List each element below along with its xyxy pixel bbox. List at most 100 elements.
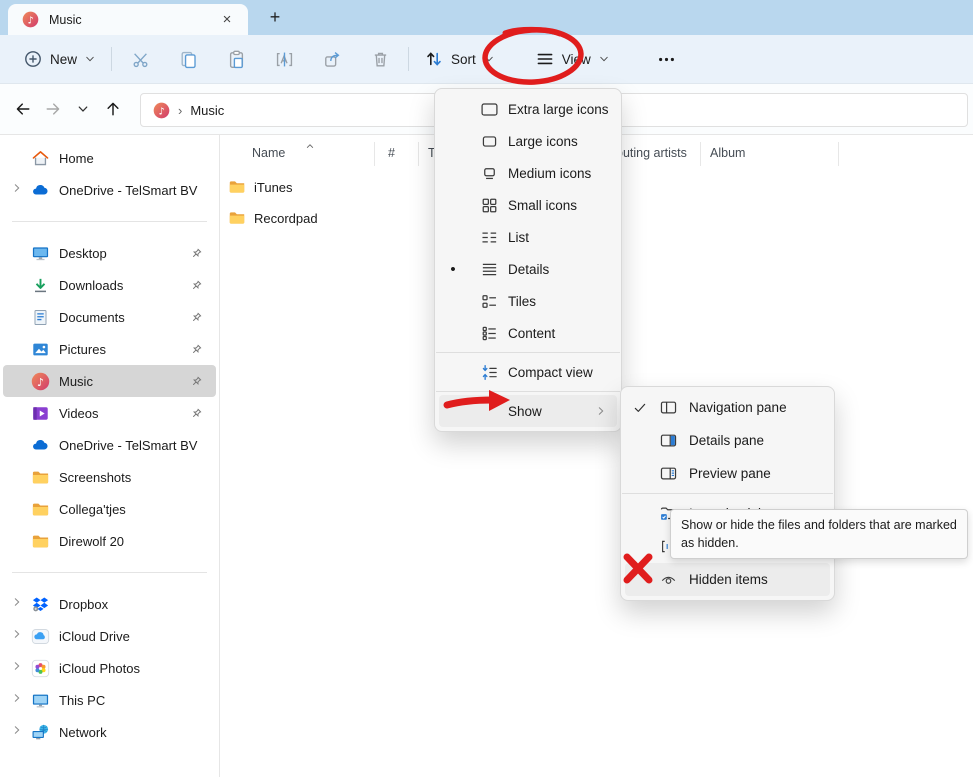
column-divider[interactable] (418, 142, 419, 166)
desktop-icon (31, 244, 50, 263)
show-submenu-item-hidden-items[interactable]: Hidden items (625, 563, 830, 596)
sidebar-item-label: Dropbox (59, 597, 216, 612)
view-menu-item-extra-large-icons[interactable]: Extra large icons (439, 93, 617, 125)
music-folder-icon: ♪ (22, 11, 39, 28)
sidebar-item-home[interactable]: Home (3, 142, 216, 174)
view-menu: Extra large icons Large iconsMedium icons… (434, 88, 622, 432)
view-menu-item-list[interactable]: List (439, 221, 617, 253)
sidebar-item-pictures[interactable]: Pictures (3, 333, 216, 365)
sidebar-item-label: Screenshots (59, 470, 216, 485)
show-submenu-item-preview-pane[interactable]: Preview pane (625, 457, 830, 490)
hidden-items-eye-icon (659, 570, 678, 589)
view-button-label: View (562, 52, 591, 67)
tiles-view-icon (480, 292, 499, 311)
chevron-right-icon[interactable] (11, 627, 23, 645)
sidebar-item-dropbox[interactable]: Dropbox (3, 588, 216, 620)
view-menu-item-medium-icons[interactable]: Medium icons (439, 157, 617, 189)
column-divider[interactable] (374, 142, 375, 166)
folder-icon (31, 532, 50, 551)
menu-item-label: Extra large icons (508, 102, 617, 117)
column-header--[interactable]: # (388, 146, 395, 160)
back-button[interactable] (8, 94, 38, 124)
show-submenu: Navigation paneDetails panePreview paneI… (620, 386, 835, 601)
trash-icon (370, 49, 391, 70)
tab-close-icon[interactable]: × (216, 9, 238, 31)
recent-locations-button[interactable] (68, 94, 98, 124)
pin-icon (189, 342, 204, 357)
new-button[interactable]: New (14, 43, 105, 75)
this-pc-icon (31, 691, 50, 710)
view-menu-item-details[interactable]: •Details (439, 253, 617, 285)
menu-item-label: Details (508, 262, 617, 277)
sort-button[interactable]: Sort (415, 43, 504, 75)
view-button[interactable]: View (526, 43, 619, 75)
tab-music[interactable]: ♪ Music × (8, 4, 248, 35)
home-icon (31, 149, 50, 168)
music-folder-icon: ♪ (153, 102, 170, 119)
chevron-right-icon[interactable] (11, 595, 23, 613)
sidebar-item-label: This PC (59, 693, 216, 708)
paste-button[interactable] (214, 41, 258, 77)
view-menu-item-compact-view[interactable]: Compact view (439, 356, 617, 388)
sidebar-item-music[interactable]: ♪Music (3, 365, 216, 397)
forward-arrow-icon (44, 100, 62, 118)
pin-icon (189, 278, 204, 293)
up-button[interactable] (98, 94, 128, 124)
chevron-right-icon[interactable] (11, 723, 23, 741)
sidebar-item-this-pc[interactable]: This PC (3, 684, 216, 716)
sidebar-item-documents[interactable]: Documents (3, 301, 216, 333)
sidebar-item-videos[interactable]: Videos (3, 397, 216, 429)
cut-button[interactable] (118, 41, 162, 77)
column-header-album[interactable]: Album (710, 146, 745, 160)
sidebar-item-onedrive-telsmart-bv[interactable]: OneDrive - TelSmart BV (3, 174, 216, 206)
sidebar-separator (12, 572, 207, 573)
file-row-recordpad[interactable]: Recordpad (228, 203, 318, 233)
icloud-drive-icon (31, 627, 50, 646)
command-toolbar: New Sort View (0, 35, 973, 84)
new-tab-button[interactable]: + (262, 5, 288, 31)
show-submenu-item-navigation-pane[interactable]: Navigation pane (625, 391, 830, 424)
sidebar-item-label: Network (59, 725, 216, 740)
chevron-right-icon[interactable] (11, 691, 23, 709)
view-menu-item-tiles[interactable]: Tiles (439, 285, 617, 317)
breadcrumb-segment[interactable]: Music (190, 103, 224, 118)
sidebar-item-icloud-drive[interactable]: iCloud Drive (3, 620, 216, 652)
view-menu-item-large-icons[interactable]: Large icons (439, 125, 617, 157)
file-row-itunes[interactable]: iTunes (228, 172, 293, 202)
rename-button[interactable] (262, 41, 306, 77)
column-header-buting-artists[interactable]: buting artists (616, 146, 687, 160)
sidebar-item-onedrive-telsmart-bv[interactable]: OneDrive - TelSmart BV (3, 429, 216, 461)
sidebar-item-collega-tjes[interactable]: Collega'tjes (3, 493, 216, 525)
sidebar-item-downloads[interactable]: Downloads (3, 269, 216, 301)
column-divider[interactable] (700, 142, 701, 166)
folder-icon (228, 209, 246, 227)
submenu-chevron-icon (595, 405, 607, 417)
view-menu-item-content[interactable]: Content (439, 317, 617, 349)
chevron-down-icon (598, 53, 610, 65)
forward-button[interactable] (38, 94, 68, 124)
column-divider[interactable] (838, 142, 839, 166)
back-arrow-icon (14, 100, 32, 118)
view-menu-item-show[interactable]: Show (439, 395, 617, 427)
sidebar-item-network[interactable]: Network (3, 716, 216, 748)
show-submenu-item-details-pane[interactable]: Details pane (625, 424, 830, 457)
sidebar-item-label: OneDrive - TelSmart BV (59, 438, 216, 453)
sidebar-item-direwolf-20[interactable]: Direwolf 20 (3, 525, 216, 557)
chevron-right-icon[interactable] (11, 659, 23, 677)
chevron-right-icon[interactable] (11, 181, 23, 199)
sidebar-item-icloud-photos[interactable]: iCloud Photos (3, 652, 216, 684)
share-button[interactable] (310, 41, 354, 77)
sidebar-item-screenshots[interactable]: Screenshots (3, 461, 216, 493)
copy-icon (178, 49, 199, 70)
sidebar-item-label: Home (59, 151, 216, 166)
sidebar-item-label: Videos (59, 406, 189, 421)
column-header-name[interactable]: Name (252, 146, 285, 160)
small-icons-icon (480, 196, 499, 215)
delete-button[interactable] (358, 41, 402, 77)
sidebar-item-desktop[interactable]: Desktop (3, 237, 216, 269)
copy-button[interactable] (166, 41, 210, 77)
menu-separator (622, 493, 833, 494)
more-options-button[interactable] (645, 41, 689, 77)
view-menu-item-small-icons[interactable]: Small icons (439, 189, 617, 221)
sidebar-item-label: iCloud Photos (59, 661, 216, 676)
